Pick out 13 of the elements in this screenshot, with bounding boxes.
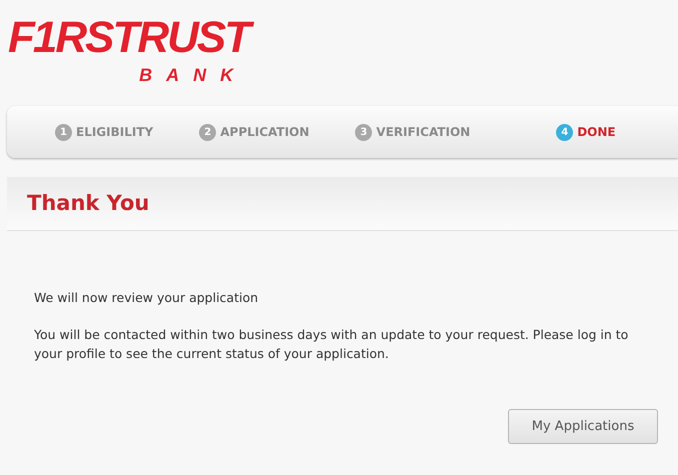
step-number-badge: 1 bbox=[55, 124, 72, 140]
step-tab[interactable]: 2 APPLICATION bbox=[199, 123, 310, 141]
step-number-badge: 2 bbox=[199, 124, 216, 140]
step-tab[interactable]: 3 VERIFICATION bbox=[355, 123, 470, 141]
panel-title: Thank You bbox=[27, 190, 150, 217]
step-tab[interactable]: 4 DONE bbox=[556, 123, 616, 141]
bank-logo: F1RSTRUST BANK bbox=[8, 12, 258, 86]
step-number-badge: 3 bbox=[355, 124, 372, 140]
step-tab[interactable]: 1 ELIGIBILITY bbox=[55, 123, 154, 141]
step-number-badge: 4 bbox=[556, 124, 574, 140]
message-text: We will now review your application bbox=[34, 289, 260, 307]
message-text: You will be contacted within two business days with an update to your request. Please log in to your profile to see the current status of your application. bbox=[34, 326, 630, 363]
my-applications-button[interactable]: My Applications bbox=[508, 409, 658, 444]
